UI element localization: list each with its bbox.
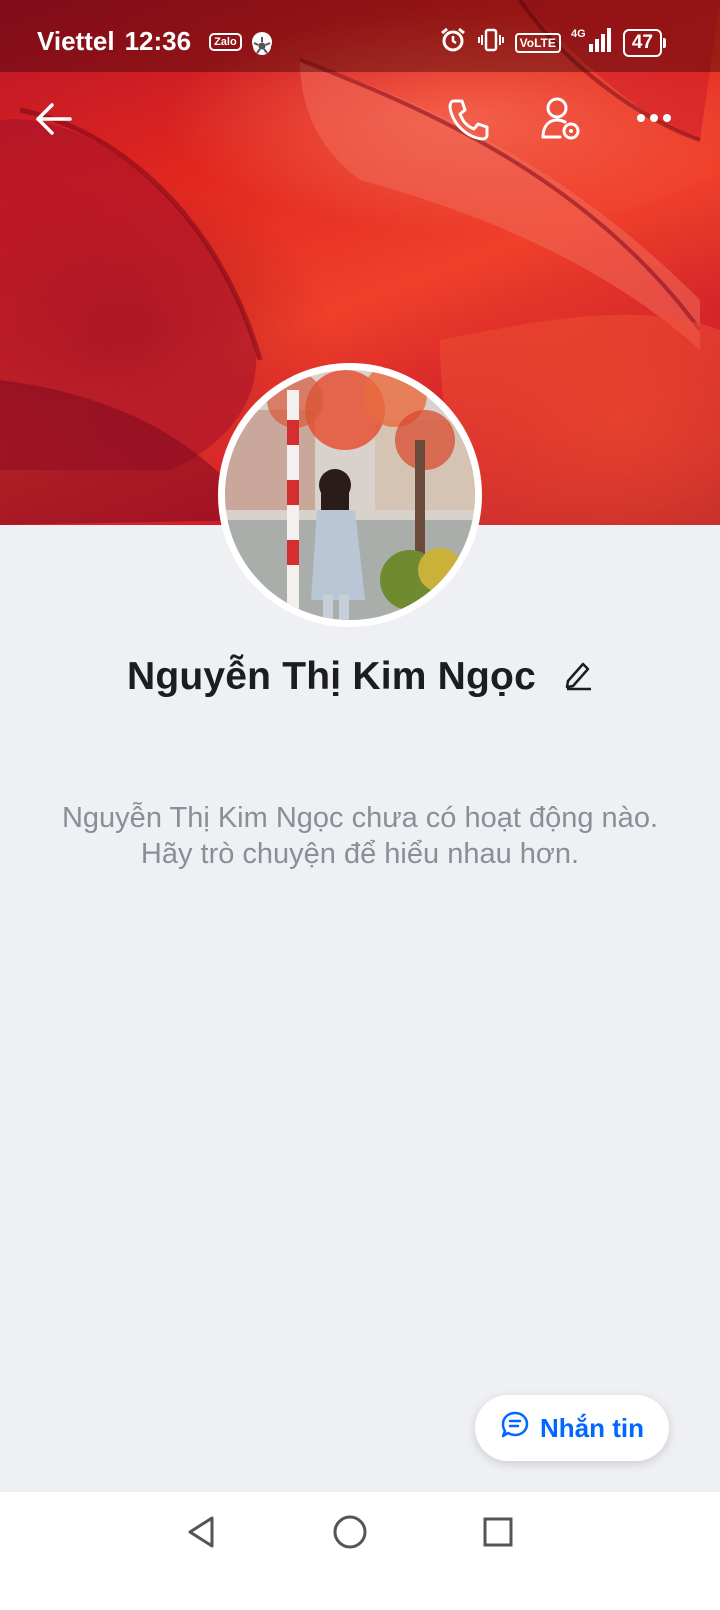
pencil-icon[interactable]	[563, 657, 593, 701]
avatar-frame[interactable]	[218, 363, 482, 627]
alarm-icon	[439, 26, 467, 59]
battery-icon: 47	[622, 28, 667, 57]
vibrate-icon	[477, 26, 505, 59]
status-bar: Viettel 12:36 Zalo VoLTE 4G 47	[0, 0, 720, 72]
sports-ball-notification-icon	[251, 31, 272, 55]
carrier-name: Viettel	[37, 26, 115, 56]
more-dots-icon[interactable]	[636, 108, 672, 133]
chat-bubble-icon	[500, 1410, 530, 1447]
zalo-notification-icon: Zalo	[209, 32, 242, 51]
avatar-photo	[225, 370, 475, 620]
nav-back-icon[interactable]	[182, 1512, 222, 1557]
profile-name: Nguyễn Thị Kim Ngọc	[126, 655, 536, 698]
signal-icon: 4G	[571, 26, 613, 59]
message-button[interactable]: Nhắn tin	[475, 1395, 669, 1461]
message-button-label: Nhắn tin	[540, 1412, 644, 1443]
svg-text:4G: 4G	[571, 28, 586, 40]
nav-recents-icon[interactable]	[478, 1512, 518, 1557]
nav-home-icon[interactable]	[330, 1512, 370, 1557]
user-settings-icon[interactable]	[540, 95, 584, 148]
profile-name-row: Nguyễn Thị Kim Ngọc	[0, 655, 720, 701]
avatar[interactable]	[225, 370, 475, 620]
clock: 12:36	[124, 26, 192, 56]
volte-icon: VoLTE	[514, 32, 561, 53]
empty-activity-message: Nguyễn Thị Kim Ngọc chưa có hoạt động nà…	[61, 802, 658, 870]
status-right: VoLTE 4G 47	[439, 26, 667, 59]
system-nav-bar	[0, 1492, 720, 1610]
back-arrow-icon[interactable]	[34, 95, 74, 148]
phone-icon[interactable]	[446, 95, 490, 148]
status-left: Viettel 12:36 Zalo	[37, 26, 272, 57]
